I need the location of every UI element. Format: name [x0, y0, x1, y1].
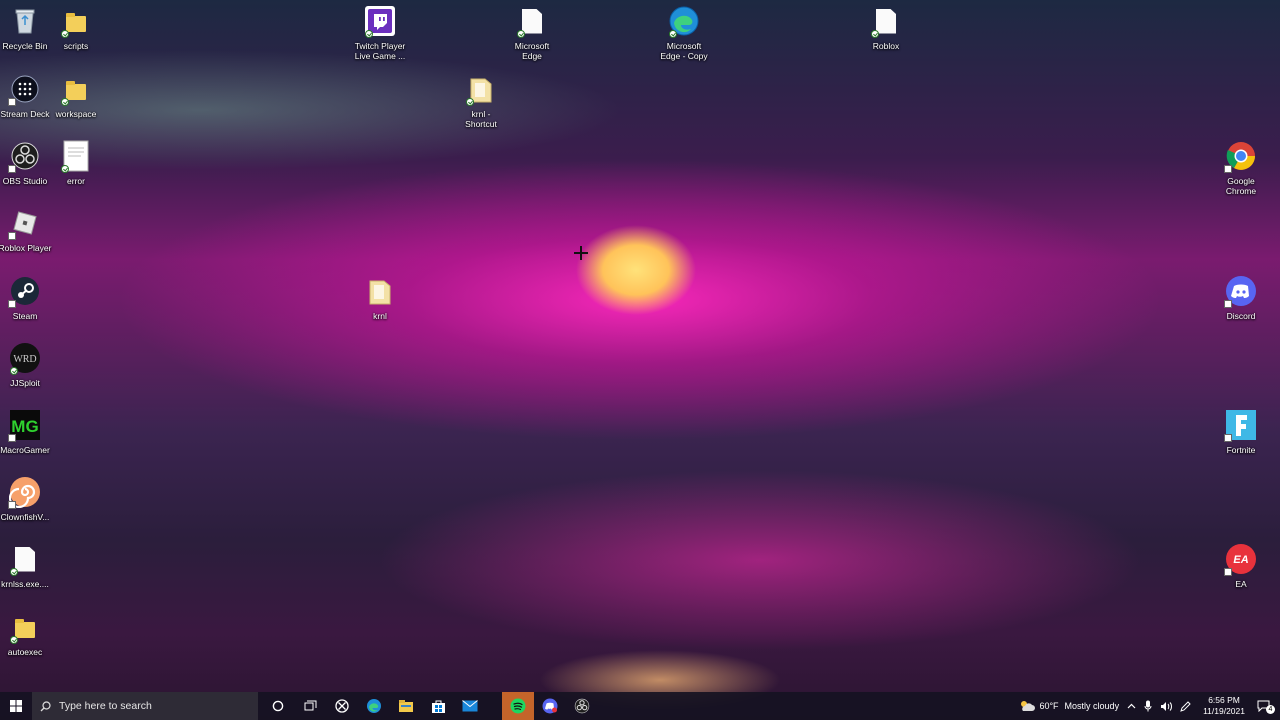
- discord-icon: [542, 698, 558, 714]
- taskbar-store[interactable]: [422, 692, 454, 720]
- desktop-icon-roblox[interactable]: Roblox: [850, 4, 922, 51]
- desktop-icon-clownfish[interactable]: ClownfishV...: [0, 475, 61, 522]
- cloud-sun-icon: [1021, 701, 1036, 711]
- taskbar-mail[interactable]: [454, 692, 486, 720]
- taskbar-obs[interactable]: [566, 692, 598, 720]
- taskbar-discord[interactable]: [534, 692, 566, 720]
- folder-icon: [363, 274, 397, 308]
- macrogamer-icon: MG: [8, 408, 42, 442]
- task-view-icon: [304, 700, 316, 711]
- show-hidden-icons-button[interactable]: [1127, 703, 1136, 709]
- search-icon: [40, 700, 51, 711]
- taskbar: 60°F Mostly cloudy 6:56 PM 11/19/2021 4: [0, 692, 1280, 720]
- desktop-icon-fortnite[interactable]: Fortnite: [1205, 408, 1277, 455]
- speaker-icon: [1161, 701, 1173, 711]
- start-button[interactable]: [0, 692, 32, 720]
- folder-icon: [8, 610, 42, 644]
- obs-icon: [574, 698, 590, 714]
- microphone-icon: [1144, 700, 1152, 712]
- taskbar-file-explorer[interactable]: [390, 692, 422, 720]
- pen-workspace-button[interactable]: [1180, 700, 1191, 712]
- desktop: Recycle Bin scripts Stream Deck workspac…: [0, 0, 1280, 692]
- task-view-button[interactable]: [294, 692, 326, 720]
- desktop-icon-autoexec[interactable]: autoexec: [0, 610, 61, 657]
- folder-icon: [59, 72, 93, 106]
- desktop-icon-steam[interactable]: Steam: [0, 274, 61, 321]
- file-icon: [869, 4, 903, 38]
- crosshair-cursor-icon: [574, 246, 588, 260]
- xbox-icon: [335, 699, 349, 713]
- folder-shortcut-icon: [464, 72, 498, 106]
- file-icon: [8, 542, 42, 576]
- desktop-icon-krnlss[interactable]: krnlss.exe....: [0, 542, 61, 589]
- system-tray: 60°F Mostly cloudy 6:56 PM 11/19/2021 4: [1015, 692, 1280, 720]
- weather-condition: Mostly cloudy: [1064, 701, 1120, 711]
- notification-center-button[interactable]: 4: [1257, 700, 1275, 714]
- chrome-icon: [1224, 139, 1258, 173]
- svg-text:WRD: WRD: [13, 354, 36, 365]
- desktop-icon-roblox-player[interactable]: Roblox Player: [0, 206, 61, 253]
- svg-text:EA: EA: [1233, 554, 1248, 566]
- taskbar-spotify[interactable]: [502, 692, 534, 720]
- document-icon: [59, 139, 93, 173]
- cortana-icon: [272, 700, 284, 712]
- desktop-icon-krnl-shortcut[interactable]: krnl - Shortcut: [445, 72, 517, 129]
- desktop-icon-edge-copy[interactable]: Microsoft Edge - Copy: [648, 4, 720, 61]
- clock-time: 6:56 PM: [1208, 695, 1240, 705]
- weather-temperature: 60°F: [1039, 701, 1059, 711]
- desktop-icon-discord[interactable]: Discord: [1205, 274, 1277, 321]
- recycle-bin-icon: [8, 4, 42, 38]
- spotify-icon: [510, 698, 526, 714]
- chevron-up-icon: [1127, 703, 1136, 709]
- desktop-icon-google-chrome[interactable]: Google Chrome: [1205, 139, 1277, 196]
- mail-icon: [462, 700, 478, 712]
- desktop-icon-twitch-player[interactable]: Twitch Player Live Game ...: [344, 4, 416, 61]
- desktop-icon-workspace[interactable]: workspace: [40, 72, 112, 119]
- discord-icon: [1224, 274, 1258, 308]
- desktop-icon-error[interactable]: error: [40, 139, 112, 186]
- desktop-icon-jjsploit[interactable]: WRD JJSploit: [0, 341, 61, 388]
- desktop-icon-ea[interactable]: EA EA: [1205, 542, 1277, 589]
- store-icon: [431, 700, 445, 713]
- jjsploit-icon: WRD: [8, 341, 42, 375]
- desktop-icon-macrogamer[interactable]: MG MacroGamer: [0, 408, 61, 455]
- volume-button[interactable]: [1160, 701, 1173, 712]
- pen-icon: [1180, 700, 1191, 712]
- roblox-icon: [8, 206, 42, 240]
- search-input[interactable]: [59, 700, 239, 712]
- ea-icon: EA: [1224, 542, 1258, 576]
- desktop-icon-scripts[interactable]: scripts: [40, 4, 112, 51]
- clock-date: 11/19/2021: [1203, 706, 1245, 716]
- file-explorer-icon: [399, 700, 413, 712]
- file-icon: [515, 4, 549, 38]
- fortnite-icon: [1224, 408, 1258, 442]
- microphone-button[interactable]: [1144, 700, 1152, 712]
- desktop-icon-krnl[interactable]: krnl: [344, 274, 416, 321]
- folder-icon: [59, 4, 93, 38]
- taskbar-search-box[interactable]: [32, 692, 258, 720]
- steam-icon: [8, 274, 42, 308]
- clock[interactable]: 6:56 PM 11/19/2021: [1203, 695, 1245, 717]
- desktop-icon-microsoft-edge[interactable]: Microsoft Edge: [496, 4, 568, 61]
- taskbar-edge[interactable]: [358, 692, 390, 720]
- start-icon: [10, 700, 22, 712]
- clownfish-icon: [8, 475, 42, 509]
- taskbar-xbox[interactable]: [326, 692, 358, 720]
- notification-count: 4: [1266, 705, 1275, 714]
- weather-widget[interactable]: 60°F Mostly cloudy: [1019, 700, 1119, 712]
- twitch-icon: [363, 4, 397, 38]
- edge-icon: [667, 4, 701, 38]
- edge-icon: [367, 699, 381, 713]
- cortana-button[interactable]: [262, 692, 294, 720]
- obs-icon: [8, 139, 42, 173]
- stream-deck-icon: [8, 72, 42, 106]
